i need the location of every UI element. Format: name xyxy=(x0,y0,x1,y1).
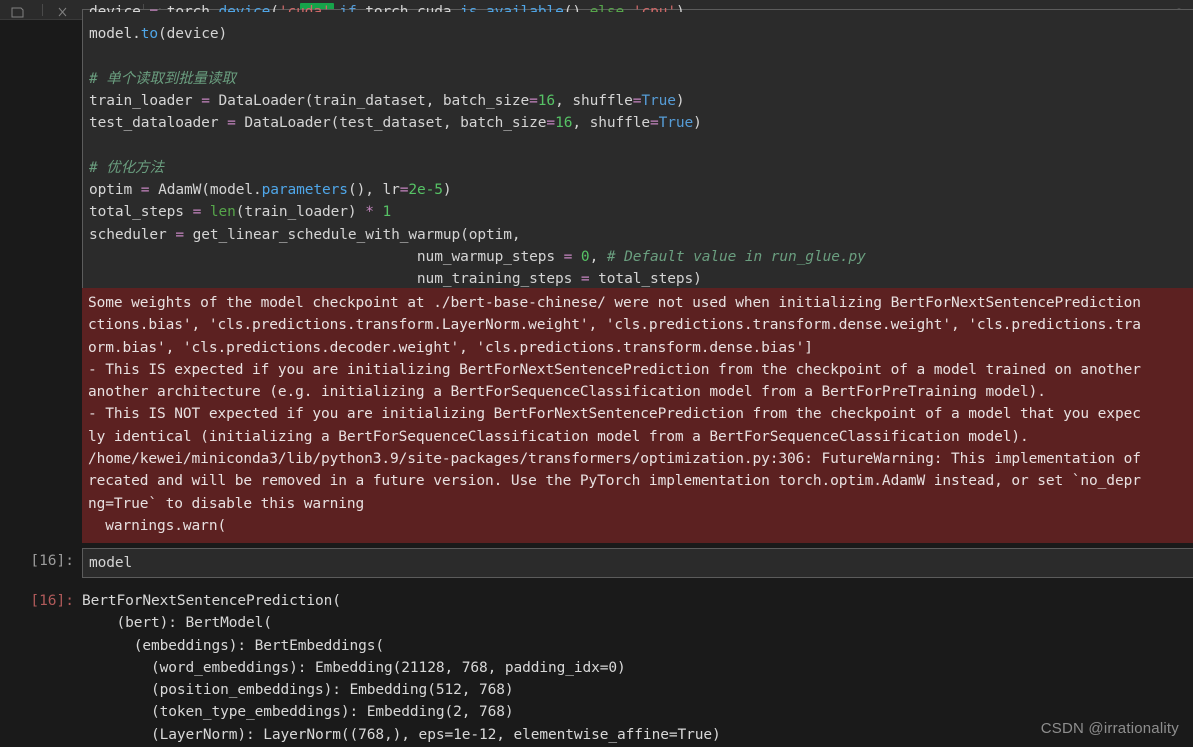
error-line: - This IS NOT expected if you are initia… xyxy=(88,406,1141,423)
input-prompt-16: [16]: xyxy=(30,553,74,569)
code-line: total_steps = len(train_loader) * 1 xyxy=(89,204,392,221)
notebook-screenshot: device = torch.device('cuda' if torch.cu… xyxy=(0,0,1193,747)
code-line: model.to(device) xyxy=(89,26,228,42)
error-line: ly identical (initializing a BertForSequ… xyxy=(88,428,1029,445)
toolbar-divider-1 xyxy=(42,3,43,16)
csdn-watermark: CSDN @irrationality xyxy=(1040,720,1179,737)
output-line: (bert): BertModel( xyxy=(82,615,272,632)
stderr-output: Some weights of the model checkpoint at … xyxy=(82,288,1193,544)
error-line: another architecture (e.g. initializing … xyxy=(88,384,1046,401)
output-line: (LayerNorm): LayerNorm((768,), eps=1e-12… xyxy=(82,726,721,743)
output-line: (position_embeddings): Embedding(512, 76… xyxy=(82,682,514,699)
code-line: model xyxy=(89,555,133,571)
output-line: (word_embeddings): Embedding(21128, 768,… xyxy=(82,659,626,676)
output-line: (token_type_embeddings): Embedding(2, 76… xyxy=(82,704,514,721)
stdout-output: BertForNextSentencePrediction( (bert): B… xyxy=(82,590,1193,747)
code-line: train_loader = DataLoader(train_dataset,… xyxy=(89,92,685,109)
code-cell-input-1[interactable]: device = torch.device('cuda' if torch.cu… xyxy=(82,4,1193,294)
code-comment-2: # 优化方法 xyxy=(89,159,164,176)
error-line: Some weights of the model checkpoint at … xyxy=(88,295,1141,311)
cut-icon[interactable] xyxy=(51,2,73,18)
error-line: ctions.bias', 'cls.predictions.transform… xyxy=(88,317,1141,334)
error-line: - This IS expected if you are initializi… xyxy=(88,361,1141,378)
code-cell-input-2[interactable]: model xyxy=(82,548,1193,578)
notebook-body: device = torch.device('cuda' if torch.cu… xyxy=(0,4,1193,747)
save-icon[interactable] xyxy=(6,2,28,18)
code-line-clipped: device = torch.device('cuda' if torch.cu… xyxy=(89,4,685,12)
error-line: recated and will be removed in a future … xyxy=(88,473,1141,490)
code-line: num_warmup_steps = 0, # Default value in… xyxy=(89,248,866,265)
code-line: optim = AdamW(model.parameters(), lr=2e-… xyxy=(89,182,452,199)
code-line: scheduler = get_linear_schedule_with_war… xyxy=(89,226,521,243)
error-line: ng=True` to disable this warning xyxy=(88,495,365,512)
output-line: BertForNextSentencePrediction( xyxy=(82,593,341,609)
output-prompt-16: [16]: xyxy=(30,593,74,609)
error-line: /home/kewei/miniconda3/lib/python3.9/sit… xyxy=(88,451,1141,468)
code-line: test_dataloader = DataLoader(test_datase… xyxy=(89,115,702,132)
code-comment-1: # 单个读取到批量读取 xyxy=(89,70,236,87)
output-line: (embeddings): BertEmbeddings( xyxy=(82,637,385,654)
error-line: warnings.warn( xyxy=(88,517,227,534)
error-line: orm.bias', 'cls.predictions.decoder.weig… xyxy=(88,339,813,356)
